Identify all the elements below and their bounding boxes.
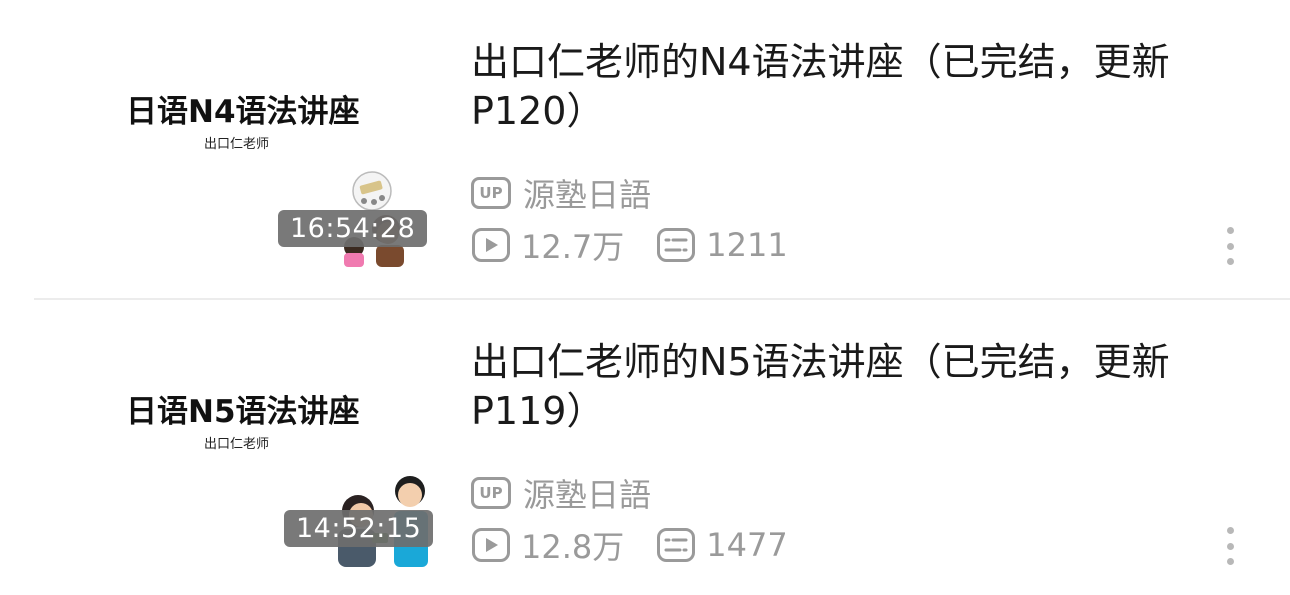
video-thumbnail[interactable]: 日语N5语法讲座 出口仁老师 14:52:15 — [98, 355, 438, 567]
uploader-row[interactable]: UP 源塾日語 — [471, 170, 651, 216]
danmaku-count: 1211 — [706, 226, 788, 264]
video-duration: 14:52:15 — [284, 510, 434, 547]
video-duration: 16:54:28 — [278, 210, 428, 247]
video-card[interactable]: 日语N4语法讲座 出口仁老师 16:54:28 出口仁老师的N4语法讲座（已完结… — [0, 0, 1290, 300]
uploader-row[interactable]: UP 源塾日語 — [471, 470, 651, 516]
view-count: 12.8万 — [521, 528, 625, 566]
thumbnail-title: 日语N4语法讲座 — [126, 94, 360, 130]
danmaku-icon — [657, 528, 696, 562]
video-list: 日语N4语法讲座 出口仁老师 16:54:28 出口仁老师的N4语法讲座（已完结… — [0, 0, 1290, 595]
danmaku-count: 1477 — [706, 526, 788, 564]
stats-row: 12.8万 1477 — [471, 522, 788, 568]
video-title[interactable]: 出口仁老师的N4语法讲座（已完结，更新P120） — [471, 38, 1261, 136]
video-thumbnail[interactable]: 日语N4语法讲座 出口仁老师 16:54:28 — [98, 55, 438, 267]
stats-row: 12.7万 1211 — [471, 222, 788, 268]
uploader-name: 源塾日語 — [523, 176, 652, 214]
thumbnail-title: 日语N5语法讲座 — [126, 394, 360, 430]
up-badge-icon: UP — [471, 177, 511, 209]
danmaku-icon — [657, 228, 696, 262]
video-card[interactable]: 日语N5语法讲座 出口仁老师 14:52:15 出口仁老师的N5语法讲座（已完结… — [0, 300, 1290, 595]
more-vertical-icon[interactable] — [1224, 227, 1236, 265]
thumbnail-subtitle: 出口仁老师 — [204, 137, 270, 152]
more-vertical-icon[interactable] — [1224, 527, 1236, 565]
play-icon — [472, 528, 510, 562]
up-badge-icon: UP — [471, 477, 511, 509]
uploader-name: 源塾日語 — [523, 476, 652, 514]
thumbnail-subtitle: 出口仁老师 — [204, 437, 270, 452]
view-count: 12.7万 — [521, 228, 625, 266]
play-icon — [472, 228, 510, 262]
video-title[interactable]: 出口仁老师的N5语法讲座（已完结，更新P119） — [471, 338, 1261, 436]
